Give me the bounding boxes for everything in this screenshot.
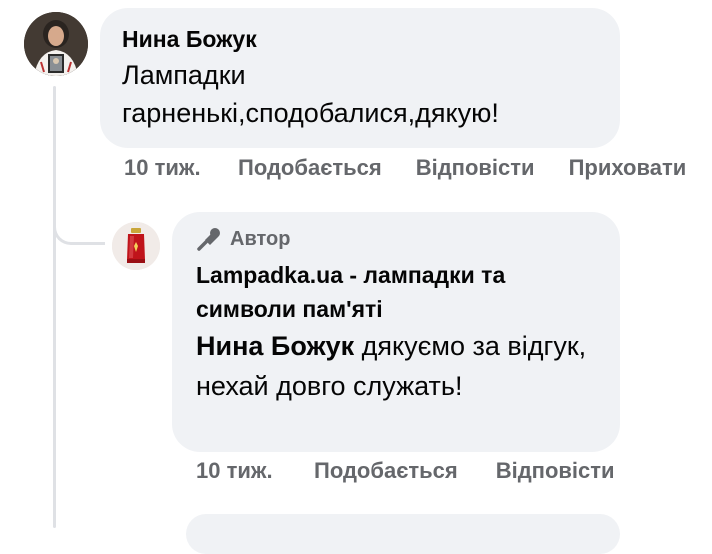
reply-bubble: Автор Lampadka.ua - лампадки та символи … bbox=[172, 212, 620, 452]
avatar[interactable] bbox=[24, 12, 88, 76]
comment-actions: 10 тиж. Подобається Відповісти Приховати bbox=[124, 155, 686, 180]
reply-button[interactable]: Відповісти bbox=[416, 155, 535, 180]
lamp-icon bbox=[112, 222, 160, 270]
hide-button[interactable]: Приховати bbox=[569, 155, 687, 180]
reply-author-name[interactable]: Lampadka.ua - лампадки та символи пам'ят… bbox=[196, 258, 596, 326]
page-avatar[interactable] bbox=[112, 222, 160, 270]
comment-author-name[interactable]: Нина Божук bbox=[122, 24, 598, 54]
like-button[interactable]: Подобається bbox=[238, 155, 382, 180]
mention-link[interactable]: Нина Божук bbox=[196, 331, 354, 361]
thread-line bbox=[53, 86, 56, 528]
next-reply-bubble bbox=[186, 514, 620, 554]
microphone-icon bbox=[197, 228, 220, 251]
comment-bubble: Нина Божук Лампадки гарненькі,сподобалис… bbox=[100, 8, 620, 148]
reply-timestamp[interactable]: 10 тиж. bbox=[196, 458, 276, 483]
reply-text: Нина Божук дякуємо за відгук, нехай довг… bbox=[196, 326, 596, 406]
reply-reply-button[interactable]: Відповісти bbox=[496, 458, 615, 483]
thread-connector bbox=[53, 200, 105, 245]
comment-text: Лампадки гарненькі,сподобалися,дякую! bbox=[122, 60, 499, 128]
author-badge: Автор bbox=[196, 226, 596, 252]
reply-actions: 10 тиж. Подобається Відповісти bbox=[196, 458, 615, 483]
author-badge-label: Автор bbox=[230, 227, 291, 250]
comment-timestamp[interactable]: 10 тиж. bbox=[124, 155, 204, 180]
avatar-person-image bbox=[24, 12, 88, 76]
reply-like-button[interactable]: Подобається bbox=[314, 458, 458, 483]
